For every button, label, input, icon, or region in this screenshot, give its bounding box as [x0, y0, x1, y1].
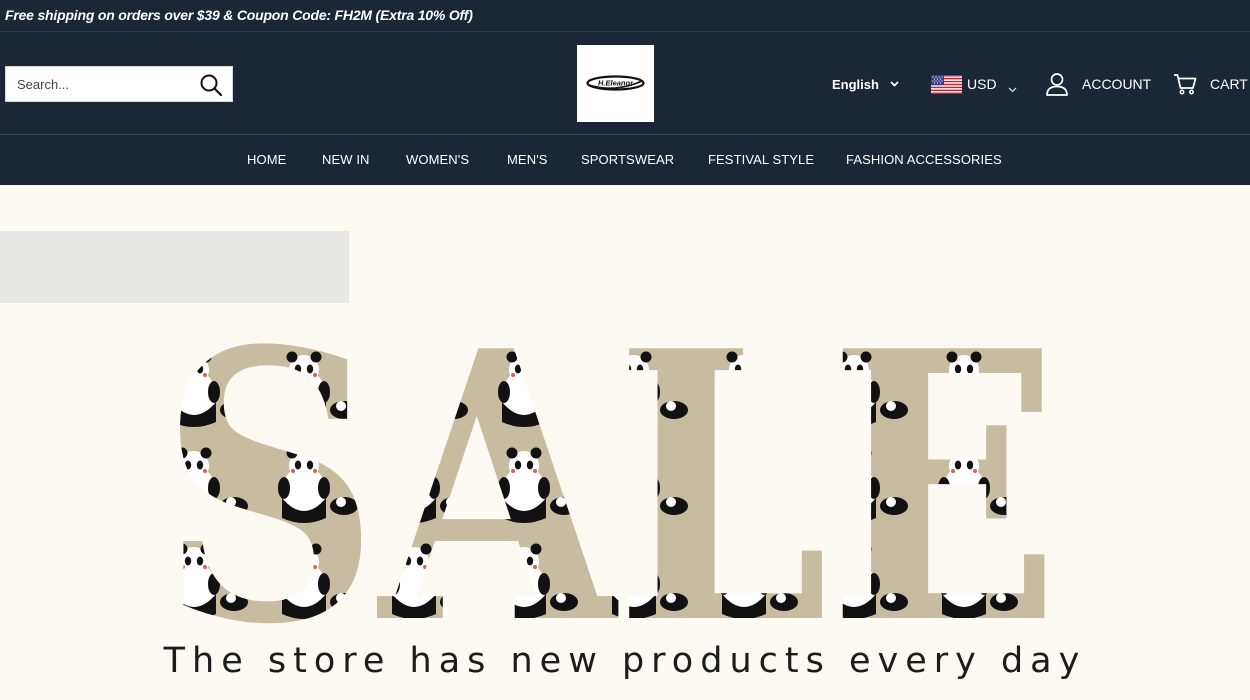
- nav-item-sportswear[interactable]: SPORTSWEAR: [581, 152, 674, 167]
- cart-label: CART: [1210, 76, 1248, 92]
- chevron-down-icon: [889, 75, 899, 90]
- announcement-text: Free shipping on orders over $39 & Coupo…: [5, 7, 473, 23]
- logo-text: H.Eleanor: [598, 79, 634, 88]
- nav-item-festival-style[interactable]: FESTIVAL STYLE: [708, 152, 814, 167]
- nav-item-womens[interactable]: WOMEN'S: [406, 152, 469, 167]
- cart-icon: [1174, 74, 1197, 95]
- sale-headline: SALE: [160, 340, 1060, 630]
- sale-banner[interactable]: SALE: [150, 272, 1070, 700]
- announcement-bar: Free shipping on orders over $39 & Coupo…: [0, 0, 1250, 32]
- currency-code: USD: [967, 76, 997, 92]
- hero-tagline: The store has new products every day: [163, 641, 1087, 681]
- nav-item-mens[interactable]: MEN'S: [507, 152, 548, 167]
- search-box: [5, 66, 233, 102]
- search-icon[interactable]: [199, 73, 223, 97]
- nav-item-fashion-accessories[interactable]: FASHION ACCESSORIES: [846, 152, 1002, 167]
- language-selector[interactable]: English: [832, 75, 899, 92]
- search-input[interactable]: [6, 67, 192, 101]
- chevron-down-icon: [1008, 80, 1017, 96]
- nav-item-new-in[interactable]: NEW IN: [322, 152, 370, 167]
- nav-item-home[interactable]: HOME: [247, 152, 286, 167]
- language-label: English: [832, 77, 879, 92]
- site-logo[interactable]: H.Eleanor: [577, 45, 654, 122]
- user-icon: [1046, 73, 1068, 96]
- promo-placeholder: [0, 231, 349, 303]
- account-label: ACCOUNT: [1082, 76, 1152, 92]
- us-flag-icon: [931, 75, 962, 94]
- site-header: H.Eleanor English USD ACCOUNT: [0, 32, 1250, 135]
- main-navigation: HOME NEW IN WOMEN'S MEN'S SPORTSWEAR FES…: [0, 135, 1250, 185]
